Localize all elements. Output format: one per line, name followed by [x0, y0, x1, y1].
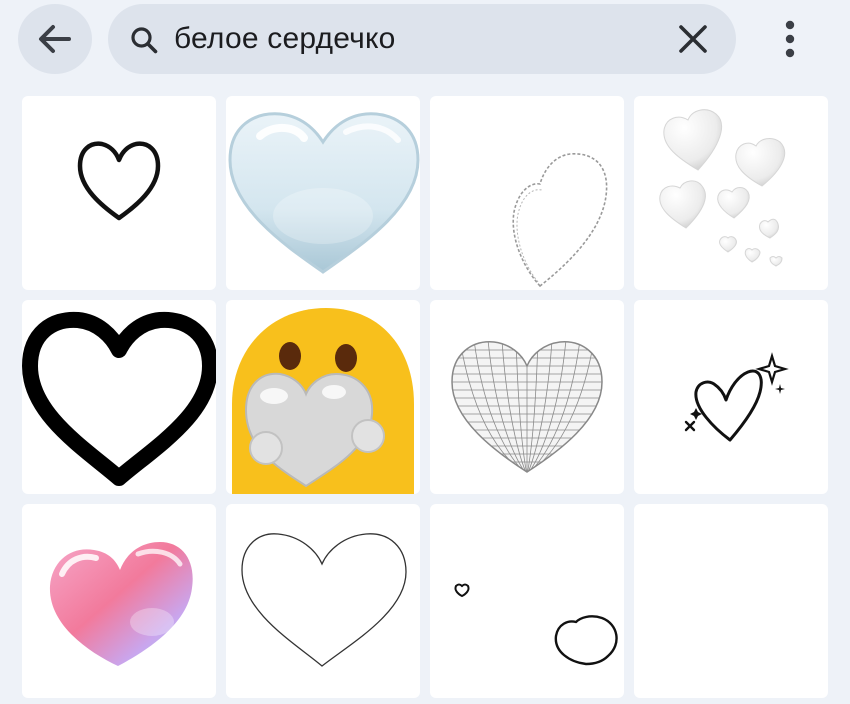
result-white-puffy-hearts-cluster[interactable]: [634, 96, 828, 290]
result-small-black-outline-heart[interactable]: [22, 96, 216, 290]
doodle-hearts-icon: [454, 583, 618, 666]
result-thin-outline-heart[interactable]: [226, 504, 420, 698]
back-button[interactable]: [18, 4, 92, 74]
search-icon: [131, 27, 158, 54]
result-two-small-doodle-hearts[interactable]: [430, 504, 624, 698]
result-pink-iridescent-glass-heart[interactable]: [22, 504, 216, 698]
arrow-left-icon: [39, 25, 71, 53]
result-thick-black-outline-heart[interactable]: [22, 300, 216, 494]
glass-heart-icon: [49, 542, 193, 666]
sketch-heart-icon: [512, 153, 608, 288]
heart-outline-icon: [77, 141, 161, 221]
mesh-heart-icon: [451, 341, 603, 473]
puffy-hearts-icon: [659, 109, 785, 267]
result-doodle-heart-with-sparkles[interactable]: [634, 300, 828, 494]
search-query[interactable]: белое сердечко: [174, 21, 396, 57]
emoji-heart-icon: [232, 308, 414, 494]
glossy-heart-icon: [228, 112, 420, 274]
result-blank-white-result[interactable]: [634, 504, 828, 698]
heart-outline-icon: [241, 533, 407, 667]
more-vertical-icon[interactable]: [770, 10, 810, 70]
result-emoji-face-hugging-white-heart[interactable]: [226, 300, 420, 494]
heart-outline-icon: [22, 311, 216, 486]
doodle-heart-icon: [684, 352, 789, 442]
close-icon[interactable]: [676, 22, 710, 56]
search-toolbar: белое сердечко: [0, 0, 850, 88]
search-input[interactable]: белое сердечко: [108, 4, 736, 74]
image-results-grid: [22, 96, 828, 698]
result-wireframe-mesh-heart[interactable]: [430, 300, 624, 494]
result-light-blue-glossy-heart[interactable]: [226, 96, 420, 290]
result-dotted-sketch-heart[interactable]: [430, 96, 624, 290]
